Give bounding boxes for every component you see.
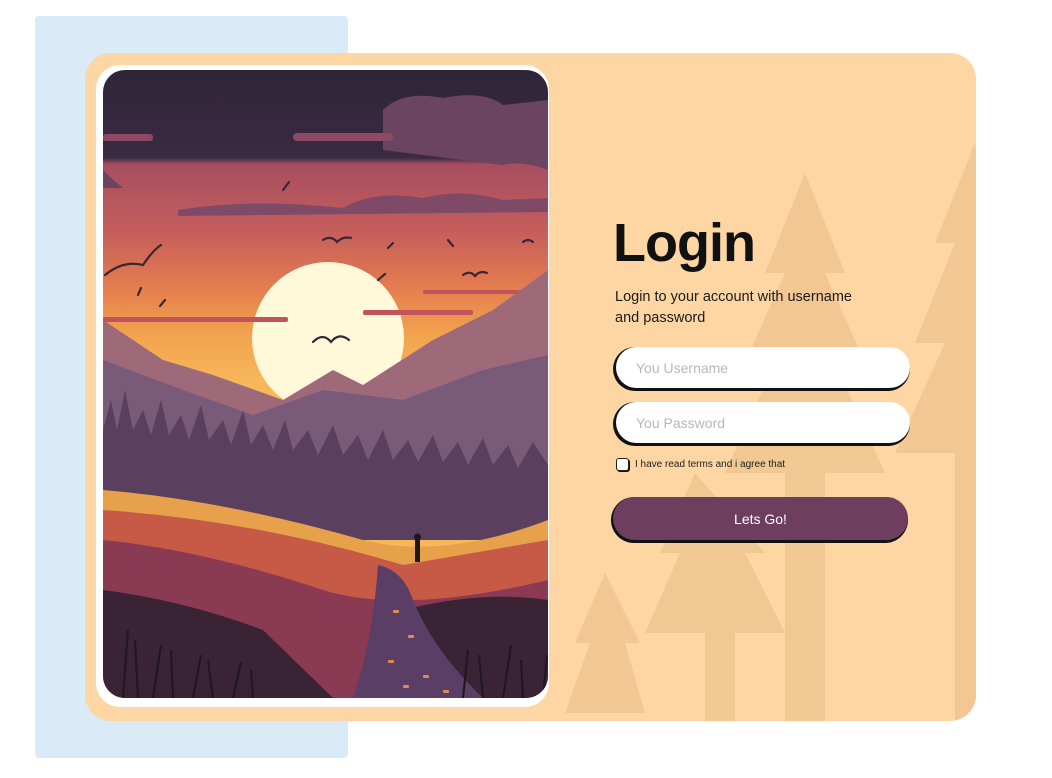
username-field-wrapper xyxy=(613,347,910,391)
submit-button-wrapper: Lets Go! xyxy=(611,497,908,543)
username-input[interactable] xyxy=(616,347,910,388)
page: Login Login to your account with usernam… xyxy=(0,0,1052,778)
terms-checkbox[interactable] xyxy=(616,458,629,471)
password-field-wrapper xyxy=(613,402,910,446)
login-subtitle: Login to your account with username and … xyxy=(615,289,852,326)
terms-row: I have read terms and i agree that xyxy=(616,458,785,471)
submit-button[interactable]: Lets Go! xyxy=(613,497,908,540)
landscape-illustration xyxy=(103,70,548,698)
password-input[interactable] xyxy=(616,402,910,443)
terms-label: I have read terms and i agree that xyxy=(635,459,786,470)
page-title: Login xyxy=(613,213,756,273)
login-card: Login Login to your account with usernam… xyxy=(85,53,976,721)
